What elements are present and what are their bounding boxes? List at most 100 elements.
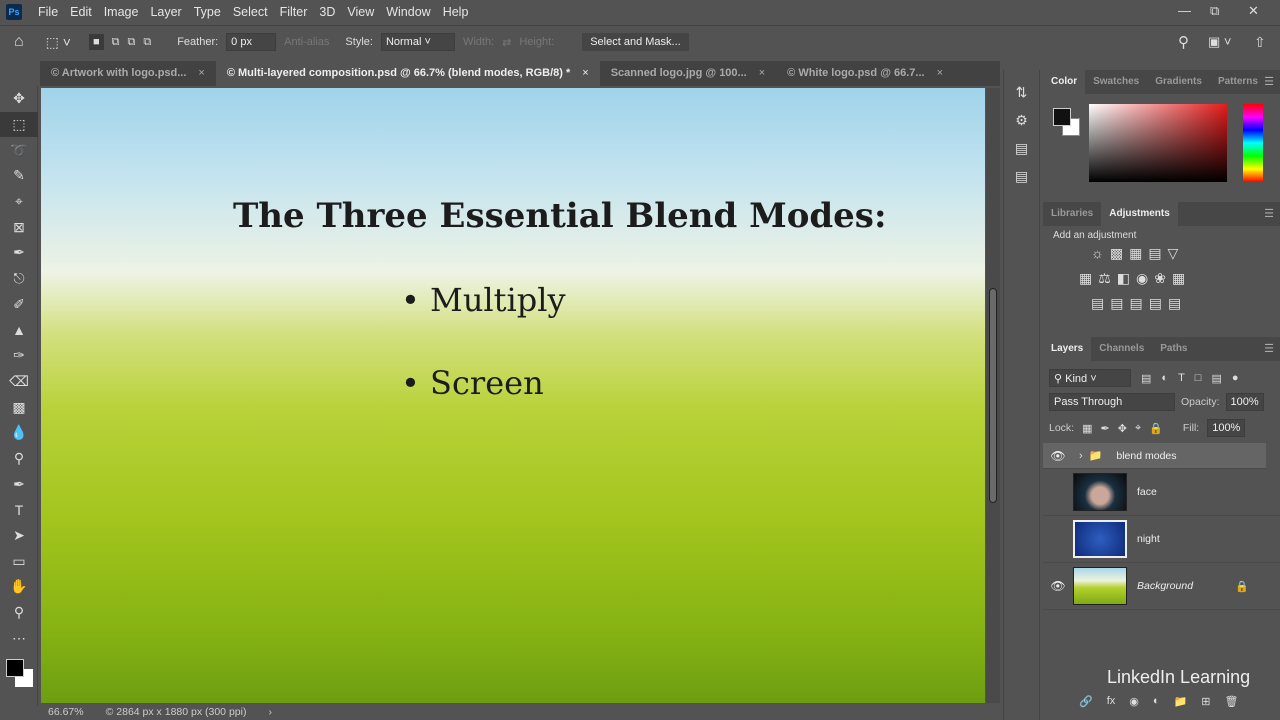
hand-tool-icon[interactable]: ✋ xyxy=(0,574,38,600)
filter-type-icon[interactable]: T xyxy=(1178,372,1185,384)
selective-color-icon[interactable]: ▤ xyxy=(1149,295,1162,312)
pen-tool-icon[interactable]: ✒ xyxy=(0,471,38,497)
menu-select[interactable]: Select xyxy=(227,5,274,19)
history-brush-tool-icon[interactable]: ✑ xyxy=(0,343,38,369)
tab-channels[interactable]: Channels xyxy=(1091,337,1152,361)
search-icon[interactable]: ⚲ xyxy=(1178,33,1189,51)
menu-layer[interactable]: Layer xyxy=(144,5,187,19)
frame-tool-icon[interactable]: ⊠ xyxy=(0,214,38,240)
select-and-mask-button[interactable]: Select and Mask... xyxy=(582,33,689,51)
color-lookup-icon[interactable]: ▦ xyxy=(1172,270,1185,287)
color-balance-icon[interactable]: ⚖ xyxy=(1098,270,1111,287)
menu-edit[interactable]: Edit xyxy=(64,5,98,19)
notes-panel-icon[interactable]: ▤ xyxy=(1004,162,1039,190)
tab-artwork-with-logo[interactable]: © Artwork with logo.psd... × xyxy=(40,61,216,86)
fill-input[interactable]: 100% xyxy=(1207,419,1246,437)
zoom-level[interactable]: 66.67% xyxy=(48,706,84,718)
type-tool-icon[interactable]: T xyxy=(0,497,38,523)
menu-file[interactable]: File xyxy=(32,5,64,19)
lock-all-icon[interactable]: 🔒 xyxy=(1149,422,1163,435)
vibrance-icon[interactable]: ▽ xyxy=(1168,245,1179,262)
add-mask-icon[interactable]: ◉ xyxy=(1129,695,1139,708)
foreground-color-swatch[interactable] xyxy=(6,659,24,678)
levels-icon[interactable]: ▩ xyxy=(1110,245,1123,262)
tab-gradients[interactable]: Gradients xyxy=(1147,70,1210,94)
brush-tool-icon[interactable]: ✐ xyxy=(0,292,38,318)
menu-window[interactable]: Window xyxy=(380,5,436,19)
more-tools-icon[interactable]: ⋯ xyxy=(0,625,38,651)
antialias-checkbox[interactable]: Anti-alias xyxy=(284,36,329,48)
expand-chevron-icon[interactable]: › xyxy=(1079,450,1083,462)
delete-layer-icon[interactable]: 🗑 xyxy=(1224,695,1238,708)
blur-tool-icon[interactable]: 💧 xyxy=(0,420,38,446)
new-adjustment-icon[interactable]: ◐ xyxy=(1153,695,1160,708)
tab-swatches[interactable]: Swatches xyxy=(1085,70,1147,94)
filter-toggle[interactable]: ● xyxy=(1232,372,1239,384)
close-window-button[interactable]: ✕ xyxy=(1248,3,1259,19)
menu-type[interactable]: Type xyxy=(188,5,227,19)
move-tool-icon[interactable]: ✥ xyxy=(0,86,38,112)
brightness-contrast-icon[interactable]: ☼ xyxy=(1091,245,1104,262)
learn-panel-icon[interactable]: ⚙ xyxy=(1004,106,1039,134)
object-selection-tool-icon[interactable]: ✎ xyxy=(0,163,38,189)
new-group-icon[interactable]: 📁 xyxy=(1174,695,1188,708)
marquee-preset-icon[interactable]: ⬚ ˅ xyxy=(46,34,71,51)
tab-scanned-logo[interactable]: Scanned logo.jpg @ 100... × xyxy=(600,61,776,86)
eyedropper-tool-icon[interactable]: ✒ xyxy=(0,240,38,266)
tab-paths[interactable]: Paths xyxy=(1152,337,1195,361)
channel-mixer-icon[interactable]: ❀ xyxy=(1154,270,1166,287)
filter-smart-object-icon[interactable]: ▤ xyxy=(1211,372,1221,385)
swap-icon[interactable]: ⇄ xyxy=(502,36,511,49)
document-canvas[interactable]: The Three Essential Blend Modes: • Multi… xyxy=(41,88,985,703)
status-menu-chevron-icon[interactable]: › xyxy=(268,706,272,718)
lock-artboard-icon[interactable]: ⌖ xyxy=(1135,422,1141,435)
intersect-selection-icon[interactable]: ⧉ xyxy=(143,36,151,49)
close-tab-icon[interactable]: × xyxy=(937,67,943,79)
scrollbar-thumb[interactable] xyxy=(989,288,997,503)
lock-transparency-icon[interactable]: ▦ xyxy=(1082,422,1092,435)
tab-adjustments[interactable]: Adjustments xyxy=(1101,202,1178,226)
color-swatches[interactable] xyxy=(0,651,37,701)
menu-help[interactable]: Help xyxy=(437,5,475,19)
invert-icon[interactable]: ▤ xyxy=(1091,295,1104,312)
tab-libraries[interactable]: Libraries xyxy=(1043,202,1101,226)
layer-row-night[interactable]: night xyxy=(1043,516,1280,563)
tab-color[interactable]: Color xyxy=(1043,70,1086,94)
close-tab-icon[interactable]: × xyxy=(582,67,588,79)
minimize-button[interactable]: — xyxy=(1178,3,1191,18)
tab-patterns[interactable]: Patterns xyxy=(1210,70,1266,94)
lasso-tool-icon[interactable]: ➰ xyxy=(0,137,38,163)
close-tab-icon[interactable]: × xyxy=(198,67,204,79)
black-white-icon[interactable]: ◧ xyxy=(1117,270,1130,287)
home-icon[interactable]: ⌂ xyxy=(14,33,24,51)
properties-panel-icon[interactable]: ▤ xyxy=(1004,134,1039,162)
filter-pixel-icon[interactable]: ▤ xyxy=(1141,372,1151,385)
fx-icon[interactable]: fx xyxy=(1107,695,1116,708)
menu-image[interactable]: Image xyxy=(98,5,145,19)
panel-menu-icon[interactable]: ☰ xyxy=(1264,342,1274,355)
layer-row-blend-modes[interactable]: 👁 › 📁 blend modes xyxy=(1043,443,1266,469)
blend-mode-select[interactable]: Pass Through xyxy=(1049,393,1175,411)
hue-slider[interactable] xyxy=(1243,104,1263,182)
posterize-icon[interactable]: ▤ xyxy=(1110,295,1123,312)
gradient-map-icon[interactable]: ▤ xyxy=(1168,295,1181,312)
rectangle-tool-icon[interactable]: ▭ xyxy=(0,548,38,574)
clone-stamp-tool-icon[interactable]: ▲ xyxy=(0,317,38,343)
subtract-selection-icon[interactable]: ⧉ xyxy=(127,36,135,49)
curves-icon[interactable]: ▦ xyxy=(1129,245,1142,262)
menu-filter[interactable]: Filter xyxy=(274,5,314,19)
tab-multi-layered-composition[interactable]: © Multi-layered composition.psd @ 66.7% … xyxy=(215,61,600,86)
crop-tool-icon[interactable]: ⌖ xyxy=(0,189,38,215)
layer-row-background[interactable]: 👁 Background 🔒 xyxy=(1043,563,1280,610)
filter-adjustment-icon[interactable]: ◐ xyxy=(1161,372,1168,384)
layer-row-face[interactable]: face xyxy=(1043,469,1280,516)
panel-menu-icon[interactable]: ☰ xyxy=(1264,207,1274,220)
opacity-input[interactable]: 100% xyxy=(1225,393,1264,411)
exposure-icon[interactable]: ▤ xyxy=(1148,245,1161,262)
feather-input[interactable]: 0 px xyxy=(226,33,277,51)
hue-saturation-icon[interactable]: ▦ xyxy=(1079,270,1092,287)
threshold-icon[interactable]: ▤ xyxy=(1129,295,1142,312)
tab-layers[interactable]: Layers xyxy=(1043,337,1092,361)
close-tab-icon[interactable]: × xyxy=(759,67,765,79)
new-selection-icon[interactable]: ■ xyxy=(88,34,104,50)
